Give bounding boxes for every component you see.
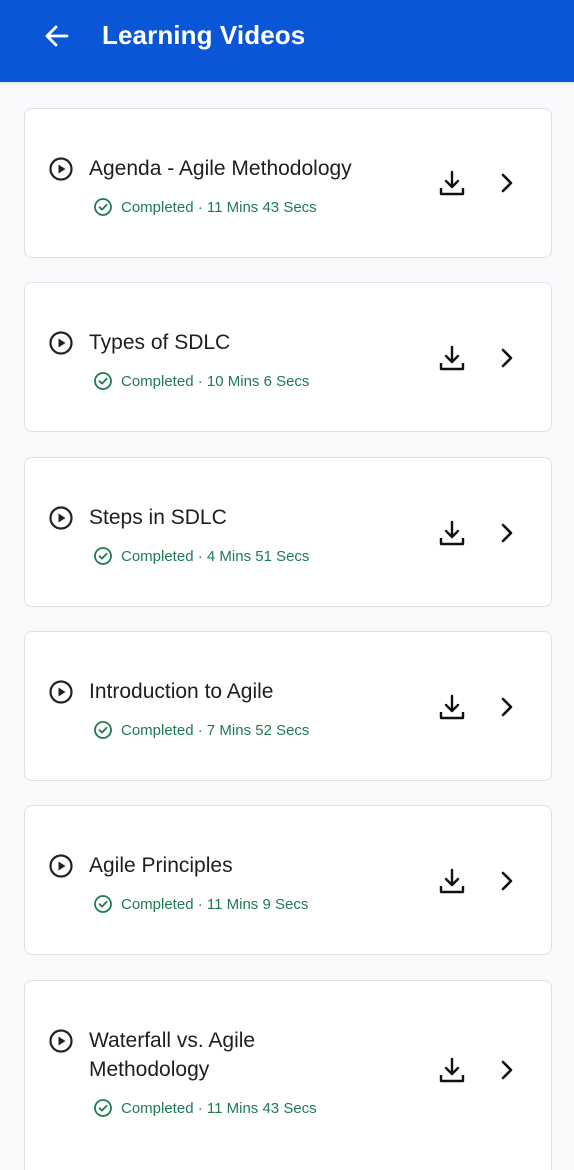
status-separator: · xyxy=(197,1099,203,1117)
video-card[interactable]: Agile Principles Completed · 11 Mins 9 S… xyxy=(24,805,552,955)
page-title: Learning Videos xyxy=(102,20,306,50)
back-button[interactable] xyxy=(40,19,74,53)
app-bar: Learning Videos xyxy=(0,0,574,82)
check-circle-icon xyxy=(93,894,113,914)
video-duration: 11 Mins 43 Secs xyxy=(206,198,317,216)
video-title: Steps in SDLC xyxy=(89,506,227,529)
open-video-button[interactable] xyxy=(495,167,519,199)
play-circle-icon xyxy=(48,156,74,182)
status-label: Completed xyxy=(121,1099,194,1117)
status-label: Completed xyxy=(121,198,194,216)
video-title: Introduction to Agile xyxy=(89,680,274,703)
status-separator: · xyxy=(197,372,203,390)
play-circle-icon xyxy=(48,853,74,879)
check-circle-icon xyxy=(93,720,113,740)
video-title: Agile Principles xyxy=(89,854,233,877)
download-icon xyxy=(439,520,465,546)
download-icon xyxy=(439,694,465,720)
download-button[interactable] xyxy=(436,691,468,723)
play-circle-icon xyxy=(48,505,74,531)
app-bar-shadow xyxy=(0,82,574,85)
video-title: Types of SDLC xyxy=(89,331,231,354)
video-duration: 10 Mins 6 Secs xyxy=(206,372,310,390)
arrow-left-icon xyxy=(45,25,69,47)
video-duration: 4 Mins 51 Secs xyxy=(206,547,310,565)
video-status: Completed · 7 Mins 52 Secs xyxy=(93,719,309,741)
chevron-right-icon xyxy=(501,523,513,543)
open-video-button[interactable] xyxy=(495,342,519,374)
download-button[interactable] xyxy=(436,517,468,549)
download-button[interactable] xyxy=(436,1054,468,1086)
video-status: Completed · 11 Mins 9 Secs xyxy=(93,893,308,915)
status-separator: · xyxy=(197,198,203,216)
download-icon xyxy=(439,170,465,196)
video-status: Completed · 10 Mins 6 Secs xyxy=(93,370,309,392)
check-circle-icon xyxy=(93,371,113,391)
chevron-right-icon xyxy=(501,871,513,891)
download-icon xyxy=(439,868,465,894)
video-card[interactable]: Types of SDLC Completed · 10 Mins 6 Secs xyxy=(24,282,552,432)
video-title: Waterfall vs. Agile Methodology xyxy=(89,1029,256,1081)
video-status: Completed · 11 Mins 43 Secs xyxy=(93,1097,317,1119)
video-duration: 11 Mins 43 Secs xyxy=(206,1099,317,1117)
video-duration: 11 Mins 9 Secs xyxy=(206,895,309,913)
open-video-button[interactable] xyxy=(495,691,519,723)
video-status: Completed · 11 Mins 43 Secs xyxy=(93,196,317,218)
check-circle-icon xyxy=(93,197,113,217)
download-button[interactable] xyxy=(436,865,468,897)
video-card[interactable]: Introduction to Agile Completed · 7 Mins… xyxy=(24,631,552,781)
chevron-right-icon xyxy=(501,348,513,368)
status-label: Completed xyxy=(121,547,194,565)
open-video-button[interactable] xyxy=(495,1054,519,1086)
video-card[interactable]: Steps in SDLC Completed · 4 Mins 51 Secs xyxy=(24,457,552,607)
status-separator: · xyxy=(197,895,203,913)
status-label: Completed xyxy=(121,721,194,739)
play-circle-icon xyxy=(48,330,74,356)
open-video-button[interactable] xyxy=(495,517,519,549)
chevron-right-icon xyxy=(501,173,513,193)
play-circle-icon xyxy=(48,679,74,705)
check-circle-icon xyxy=(93,546,113,566)
check-circle-icon xyxy=(93,1098,113,1118)
status-separator: · xyxy=(197,721,203,739)
chevron-right-icon xyxy=(501,1060,513,1080)
play-circle-icon xyxy=(48,1028,74,1054)
video-card[interactable]: Waterfall vs. Agile Methodology Complete… xyxy=(24,980,552,1170)
open-video-button[interactable] xyxy=(495,865,519,897)
video-duration: 7 Mins 52 Secs xyxy=(206,721,310,739)
status-separator: · xyxy=(197,547,203,565)
status-label: Completed xyxy=(121,895,194,913)
video-status: Completed · 4 Mins 51 Secs xyxy=(93,545,309,567)
download-icon xyxy=(439,345,465,371)
status-label: Completed xyxy=(121,372,194,390)
video-title: Agenda - Agile Methodology xyxy=(89,157,352,180)
video-card[interactable]: Agenda - Agile Methodology Completed · 1… xyxy=(24,108,552,258)
download-button[interactable] xyxy=(436,167,468,199)
download-icon xyxy=(439,1057,465,1083)
chevron-right-icon xyxy=(501,697,513,717)
download-button[interactable] xyxy=(436,342,468,374)
